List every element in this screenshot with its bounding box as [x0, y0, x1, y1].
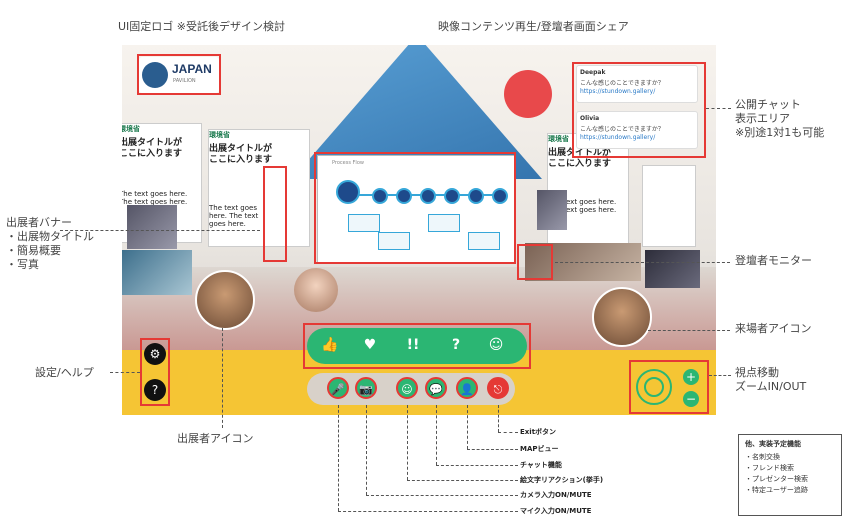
planned-features-box: 他、実装予定機能 ・名刺交換 ・フレンド検索 ・プレゼンター検索 ・特定ユーザー… — [738, 434, 842, 516]
leader-line — [709, 375, 731, 376]
viewpoint-highlight — [629, 360, 709, 414]
logo-highlight — [137, 54, 221, 95]
leader-line — [407, 405, 408, 480]
exhibitor-avatar[interactable] — [294, 268, 338, 312]
sun-backdrop — [504, 70, 552, 118]
panel-body: The text goes here. The text goes here. — [209, 204, 259, 228]
emoji-reaction-icon[interactable]: ☺ — [396, 377, 418, 399]
annotation-logo: UI固定ロゴ ※受託後デザイン検討 — [118, 20, 286, 33]
speaker-photo — [537, 190, 567, 230]
label-reaction: 絵文字リアクション(挙手) — [520, 476, 604, 484]
leader-line — [222, 328, 223, 428]
leader-line — [436, 465, 518, 466]
leader-line — [366, 495, 518, 496]
banner-photo — [127, 205, 177, 249]
camera-icon[interactable]: 📷 — [355, 377, 377, 399]
chat-icon[interactable]: 💬 — [425, 377, 447, 399]
leader-line — [407, 480, 518, 481]
planned-feature: ・プレゼンター検索 — [745, 475, 808, 483]
leader-line — [60, 230, 260, 231]
annotation-visitor: 来場者アイコン — [735, 322, 812, 335]
label-camera: カメラ入力ON/MUTE — [520, 491, 592, 499]
video-highlight — [314, 152, 516, 264]
leader-line — [110, 372, 140, 373]
reaction-highlight — [303, 323, 531, 369]
planned-feature: ・名刺交換 — [745, 453, 780, 461]
label-map: MAPビュー — [520, 445, 559, 453]
leader-line — [467, 449, 518, 450]
annotation-exhibitor: 出展者アイコン — [177, 432, 254, 445]
panel-title: 出展タイトルが ここに入ります — [209, 144, 273, 165]
leader-line — [366, 405, 367, 495]
leader-line — [706, 108, 731, 109]
leader-line — [338, 405, 339, 511]
mic-icon[interactable]: 🎤 — [327, 377, 349, 399]
chat-highlight — [572, 62, 706, 158]
panel-org: 環境省 — [122, 125, 140, 133]
leader-line — [555, 262, 730, 263]
annotation-monitor: 登壇者モニター — [735, 254, 812, 267]
leader-line — [436, 405, 437, 465]
banner-photo — [122, 250, 192, 295]
label-exit: Exitボタン — [520, 428, 557, 436]
panel-body: The text goes here. The text goes here. — [122, 190, 188, 206]
monitor-highlight — [517, 244, 553, 280]
visitor-avatar[interactable] — [592, 287, 652, 347]
planned-feature: ・フレンド検索 — [745, 464, 794, 472]
annotation-settings: 設定/ヘルプ — [35, 366, 94, 379]
planned-feature: ・特定ユーザー追跡 — [745, 486, 808, 494]
control-bar: 🎤 📷 ☺ 💬 👤 ⎋ — [307, 373, 515, 405]
settings-highlight — [140, 338, 170, 406]
panel-org: 環境省 — [209, 131, 230, 139]
label-mic: マイク入力ON/MUTE — [520, 507, 592, 515]
annotation-chat: 公開チャット 表示エリア ※別途1対1も可能 — [735, 98, 825, 139]
map-icon[interactable]: 👤 — [456, 377, 478, 399]
leader-line — [338, 511, 518, 512]
annotation-viewpoint: 視点移動 ズームIN/OUT — [735, 366, 807, 393]
leader-line — [498, 432, 518, 433]
exhibitor-avatar[interactable] — [195, 270, 255, 330]
exhibitor-panel-small[interactable] — [642, 165, 696, 247]
panel-title: 出展タイトルが ここに入ります — [122, 138, 183, 159]
leader-line — [648, 330, 730, 331]
annotation-banner: 出展者バナー ・出展物タイトル ・簡易概要 ・写真 — [6, 216, 94, 271]
annotation-video: 映像コンテンツ再生/登壇者画面シェア — [438, 20, 629, 33]
planned-features-title: 他、実装予定機能 — [745, 440, 801, 448]
leader-line — [498, 405, 499, 432]
visitor-photo — [645, 250, 700, 288]
label-chat: チャット機能 — [520, 461, 562, 469]
leader-line — [467, 405, 468, 449]
banner-highlight — [263, 166, 287, 262]
exit-icon[interactable]: ⎋ — [487, 377, 509, 399]
